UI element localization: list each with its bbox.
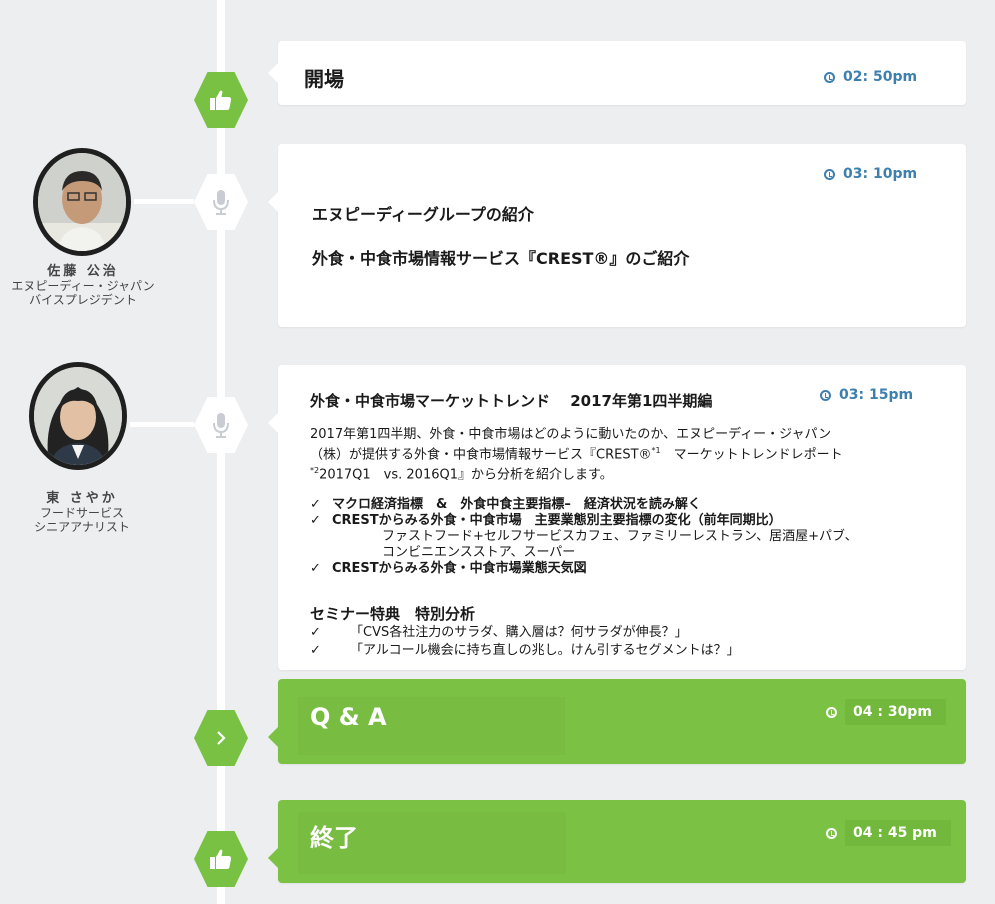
- thumbs-up-hexagon: [194, 831, 248, 887]
- clock-icon: [824, 168, 835, 180]
- microphone-hexagon: [194, 397, 248, 453]
- thumbs-up-hexagon: [194, 72, 248, 128]
- agenda-list: ✓ マクロ経済指標 & 外食中食主要指標– 経済状況を読み解く ✓ CRESTからみ…: [310, 497, 960, 577]
- event-title: Q & A: [310, 703, 387, 731]
- list-item: ✓ CRESTからみる外食・中食市場 主要業態別主要指標の変化（前年同期比）: [310, 513, 782, 528]
- speaker-role: シニアアナリスト: [34, 520, 130, 534]
- speaker-info: 東 さやか フードサービス シニアアナリスト: [0, 491, 167, 535]
- check-icon: ✓: [310, 561, 321, 576]
- sub-item: コンビニエンスストア、スーパー: [382, 545, 576, 560]
- list-item: ✓ マクロ経済指標 & 外食中食主要指標– 経済状況を読み解く: [310, 497, 701, 512]
- event-card-qa: Q & A 04 : 30pm: [268, 679, 966, 764]
- chevron-right-icon: [217, 731, 226, 745]
- list-item: ✓ 「CVS各社注力のサラダ、購入層は？何サラダが伸長？」: [310, 625, 688, 640]
- speaker-org: エヌピーディー・ジャパン: [11, 279, 155, 293]
- event-time: 04 : 45 pm: [826, 820, 951, 846]
- microphone-hexagon: [194, 174, 248, 230]
- event-card-opening: 開場 02: 50pm: [268, 41, 966, 105]
- thumbs-up-icon: [210, 849, 232, 869]
- speaker-connector: [134, 199, 194, 204]
- event-title: 終了: [310, 824, 358, 852]
- thumbs-up-icon: [210, 90, 232, 110]
- microphone-icon: [213, 190, 229, 215]
- speaker-role: バイスプレジデント: [29, 293, 137, 307]
- event-time: 02: 50pm: [824, 69, 917, 85]
- event-title: 開場: [304, 67, 344, 91]
- event-title: 外食・中食市場マーケットトレンド 2017年第1四半期編: [310, 392, 713, 410]
- check-icon: ✓: [310, 497, 321, 512]
- speaker-org: フードサービス: [39, 506, 124, 520]
- event-card-trend: 外食・中食市場マーケットトレンド 2017年第1四半期編 03: 15pm 20…: [268, 365, 966, 670]
- speaker-info: 佐藤 公治 エヌピーディー・ジャパン バイスプレジデント: [0, 264, 168, 308]
- clock-icon: [826, 706, 837, 718]
- clock-icon: [826, 827, 837, 839]
- event-time: 03: 10pm: [824, 166, 917, 182]
- check-icon: ✓: [310, 513, 321, 528]
- event-time: 03: 15pm: [820, 387, 913, 403]
- clock-icon: [820, 389, 831, 401]
- event-subtitle: 外食・中食市場情報サービス『CREST®』のご紹介: [312, 249, 690, 268]
- check-icon: ✓: [310, 625, 321, 640]
- microphone-icon: [213, 413, 229, 438]
- list-item: ✓ CRESTからみる外食・中食市場業態天気図: [310, 561, 587, 576]
- speaker-name: 東 さやか: [46, 491, 118, 506]
- avatar: [33, 148, 131, 256]
- event-description: 2017年第1四半期、外食・中食市場はどのように動いたのか、エヌピーディー・ジャ…: [310, 427, 843, 483]
- speaker-connector: [130, 422, 194, 427]
- event-title: エヌピーディーグループの紹介: [312, 205, 534, 224]
- chevron-hexagon: [194, 710, 248, 766]
- bonus-title: セミナー特典 特別分析: [310, 605, 476, 623]
- event-time: 04 : 30pm: [826, 699, 946, 725]
- avatar: [29, 362, 127, 470]
- list-item: ✓ 「アルコール機会に持ち直しの兆し。けん引するセグメントは？」: [310, 643, 740, 658]
- speaker-name: 佐藤 公治: [47, 264, 119, 279]
- sub-item: ファストフード+セルフサービスカフェ、ファミリーレストラン、居酒屋+パブ、: [382, 529, 858, 544]
- clock-icon: [824, 71, 835, 83]
- event-card-end: 終了 04 : 45 pm: [268, 800, 966, 883]
- check-icon: ✓: [310, 643, 321, 658]
- bonus-list: ✓ 「CVS各社注力のサラダ、購入層は？何サラダが伸長？」 ✓ 「アルコール機会…: [310, 624, 960, 660]
- event-card-intro: 03: 10pm エヌピーディーグループの紹介 外食・中食市場情報サービス『CR…: [268, 144, 966, 327]
